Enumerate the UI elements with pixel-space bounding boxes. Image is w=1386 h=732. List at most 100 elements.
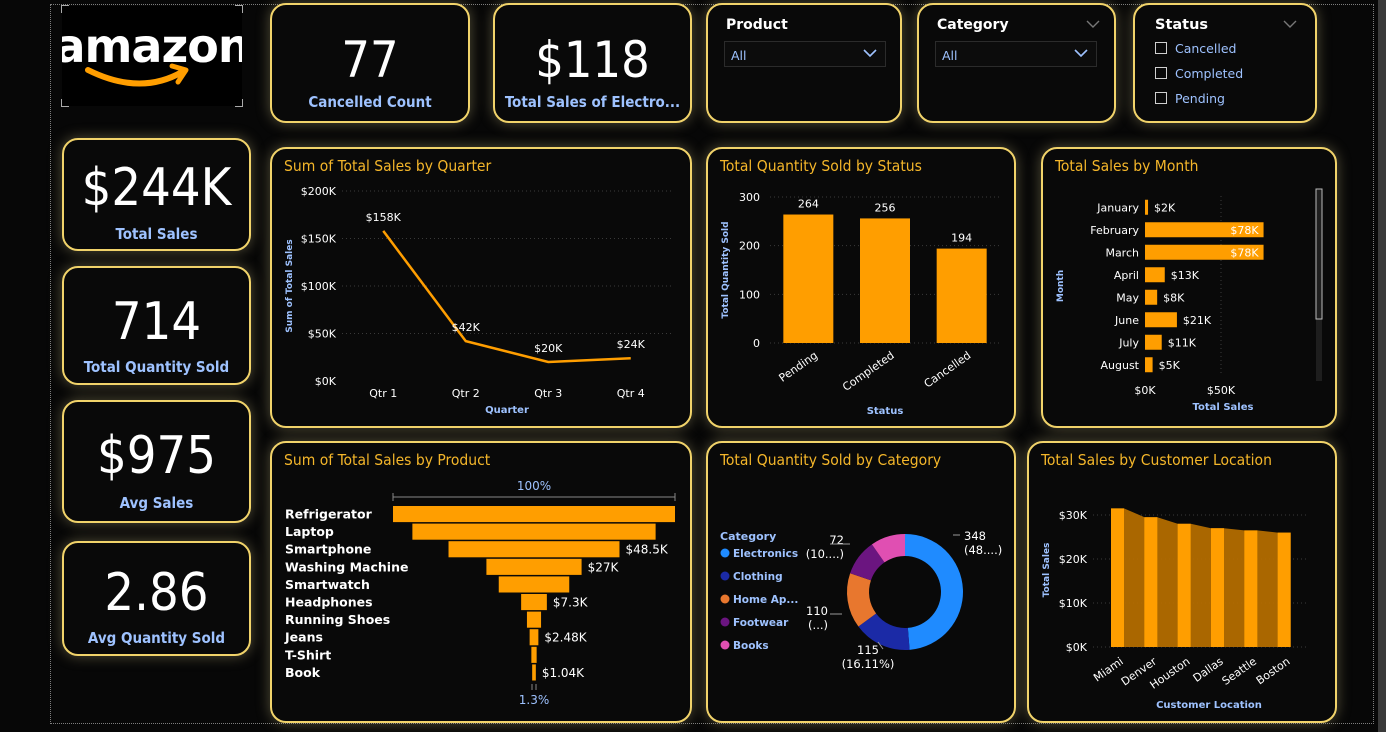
checkbox-icon[interactable] [1155,92,1167,104]
x-tick-label: Qtr 1 [369,387,397,400]
scrollbar[interactable] [1378,0,1386,732]
status-option-cancelled[interactable]: Cancelled [1155,41,1236,59]
data-label-percent: (48....) [964,543,1002,557]
x-tick-label: Completed [840,349,897,394]
status-slicer[interactable]: Status Cancelled Completed Pending [1133,3,1317,123]
x-tick-label: Seattle [1220,655,1260,688]
x-tick-label: $50K [1207,384,1236,397]
category-label: Washing Machine [285,559,408,574]
data-label: $48.5K [625,543,668,557]
funnel-bar [521,594,547,611]
category-label: Laptop [285,524,334,539]
slicer-title: Product [726,17,788,33]
y-tick-label: $0K [1066,641,1088,654]
data-label: $2.48K [544,631,587,645]
location-chart-card[interactable]: Total Sales by Customer Location $0K $10K… [1027,441,1337,723]
ribbon-area [1111,508,1291,647]
funnel-bar [393,506,675,523]
funnel-bar [498,576,570,593]
top-percent-label: 100% [517,479,551,493]
category-chart-card[interactable]: Total Quantity Sold by Category Category… [706,441,1016,723]
status-chart-card[interactable]: Total Quantity Sold by Status 0 100 200 300… [706,147,1016,428]
checkbox-icon[interactable] [1155,42,1167,54]
data-label: $21K [1183,314,1212,327]
chevron-down-icon[interactable] [1283,19,1297,29]
location-bar-chart[interactable]: $0K$10K$20K$30KMiamiDenverHoustonDallasS… [1029,443,1335,721]
chevron-down-icon [1074,49,1088,58]
category-slicer[interactable]: Category All [917,3,1116,123]
month-bar-chart[interactable]: $0K $50K January $2K February $78K March $78K Ap… [1043,149,1335,426]
series-line [382,230,631,364]
funnel-bar [532,664,536,681]
y-tick-label: July [1118,336,1139,349]
funnel-bar [486,558,582,575]
kpi-total-quantity: 714 Total Quantity Sold [62,266,251,385]
y-tick-label: 0 [753,337,760,350]
y-tick-label: May [1116,291,1139,304]
dropdown-value: All [942,48,958,63]
x-tick-label: Dallas [1191,655,1226,685]
category-label: Smartwatch [285,577,370,592]
legend-dot [720,617,730,627]
y-tick-label: $150K [301,233,337,246]
product-chart-card[interactable]: Sum of Total Sales by Product 100% Refrig… [270,441,692,723]
checkbox-icon[interactable] [1155,67,1167,79]
kpi-label: Total Quantity Sold [83,358,230,376]
y-tick-label: March [1105,246,1139,259]
x-tick-label: Qtr 4 [617,387,645,400]
product-dropdown[interactable]: All [724,41,886,67]
data-label-value: 348 [964,529,986,543]
bottom-percent-label: 1.3% [519,693,550,707]
location-bar [1277,532,1291,647]
legend-label: Footwear [733,617,789,629]
quarter-line-chart[interactable]: $0K $50K $100K $150K $200K $158K $42K $20K $24K Q… [272,149,690,426]
amazon-logo: amazon [54,5,251,107]
slicer-title: Category [937,17,1009,33]
category-label: Smartphone [285,542,371,557]
location-bar [1144,517,1158,647]
status-option-pending[interactable]: Pending [1155,91,1225,109]
data-label-value: 110 [806,604,828,618]
data-label: $78K [1230,224,1259,237]
y-tick-label: $20K [1059,553,1088,566]
data-label: $7.3K [553,596,589,610]
slicer-title: Status [1155,17,1209,33]
legend-dot [720,571,730,581]
kpi-value: 2.86 [104,563,209,623]
option-label: Cancelled [1175,41,1237,56]
y-tick-label: $10K [1059,597,1088,610]
category-dropdown[interactable]: All [935,41,1097,67]
month-bar [1145,357,1153,373]
data-label-percent: (16.11%) [842,657,895,671]
month-chart-card[interactable]: Total Sales by Month $0K $50K January $2K Fe… [1041,147,1337,428]
funnel-bar [526,611,542,628]
product-slicer[interactable]: Product All [706,3,902,123]
y-axis-label: Sum of Total Sales [285,239,295,332]
status-option-completed[interactable]: Completed [1155,66,1243,84]
y-axis-label: Total Quantity Sold [721,221,731,318]
category-label: Refrigerator [285,507,373,522]
kpi-total-sales: $244K Total Sales [62,138,251,251]
data-label-percent: (10....) [806,547,844,561]
kpi-avg-sales: $975 Avg Sales [62,400,251,523]
category-donut-chart[interactable]: Category Electronics Clothing Home Ap... Foo… [708,443,1014,721]
y-tick-label: February [1090,224,1139,237]
category-label: Jeans [284,630,323,645]
legend-label: Books [733,640,769,652]
option-label: Completed [1175,66,1244,81]
x-axis-label: Total Sales [1193,402,1254,413]
status-bar [783,214,834,343]
chevron-down-icon[interactable] [1086,19,1100,29]
kpi-value: $975 [96,426,217,486]
status-bar-chart[interactable]: 0 100 200 300 264 Pending 256 Completed 194 Cance… [708,149,1014,426]
chevron-down-icon [863,49,877,58]
scrollbar-track [1316,189,1322,381]
product-funnel-chart[interactable]: 100% Refrigerator Laptop Smartphone $48.5K Wa… [272,443,690,721]
quarter-chart-card[interactable]: Sum of Total Sales by Quarter $0K $50K $10… [270,147,692,428]
y-tick-label: $50K [308,328,337,341]
legend-dot [720,594,730,604]
category-label: T-Shirt [285,647,331,662]
category-label: Book [285,665,321,680]
kpi-label: Total Sales [115,225,198,243]
y-axis-label: Month [1056,270,1066,302]
